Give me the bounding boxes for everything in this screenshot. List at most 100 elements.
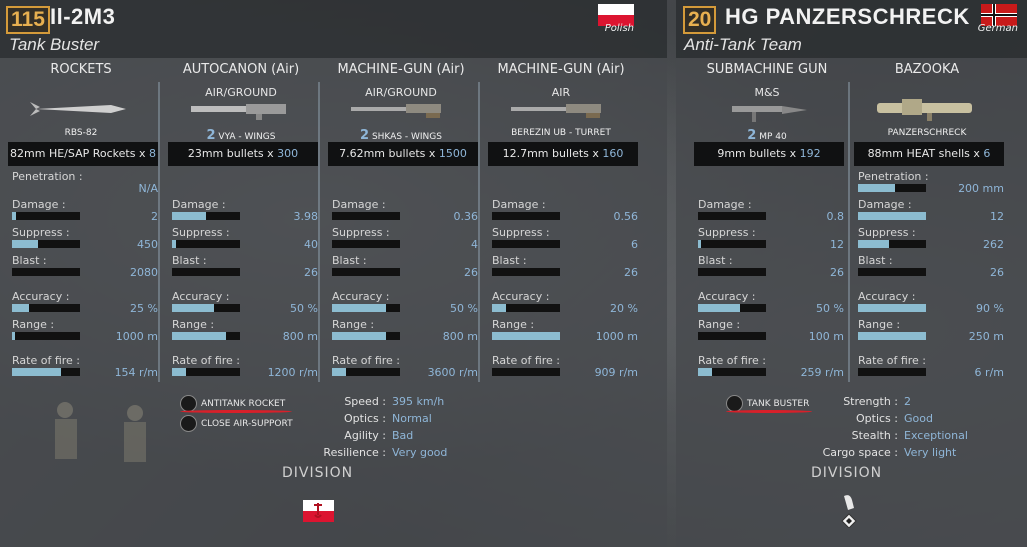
stat-bar — [698, 212, 766, 220]
weapon-name: 2 MP 40 — [690, 128, 844, 143]
stat-bar-fill — [698, 304, 741, 312]
stat-bar — [492, 304, 560, 312]
stat-bar-fill — [12, 368, 61, 376]
weapon-title: AUTOCANON (Air) — [182, 62, 300, 77]
antitank-rocket-icon — [180, 395, 197, 412]
cannon-weapon-icon — [191, 104, 286, 120]
stat-row: Damage : 0.36 — [332, 198, 478, 226]
weapon-model: BEREZIN UB - TURRET — [511, 128, 611, 138]
stat-value: 26 — [304, 266, 318, 279]
weapon-name: BEREZIN UB - TURRET — [484, 128, 638, 138]
ability-underline — [180, 410, 292, 413]
stat-bar-fill — [12, 332, 16, 340]
stat-row: Blast : 26 — [698, 254, 844, 282]
german-division-emblem-icon[interactable] — [836, 492, 862, 528]
stat-label: Range : — [12, 318, 55, 331]
weapon-name: 2 SHKAS - WINGS — [324, 128, 478, 143]
stat-row: Suppress : 6 — [492, 226, 638, 254]
weapon-count: 2 — [360, 128, 370, 143]
stat-bar-fill — [172, 304, 215, 312]
unit-attributes: Strength : 2 Optics : Good Stealth : Except… — [822, 393, 968, 461]
stat-row: Suppress : 12 — [698, 226, 844, 254]
stat-label: Range : — [858, 318, 901, 331]
unit-name: Il-2M3 — [50, 4, 116, 29]
stat-value: 1200 r/m — [267, 366, 318, 379]
ammo-box: 12.7mm bullets x 160 — [488, 142, 638, 166]
stat-bar — [332, 212, 400, 220]
stat-label: Damage : — [698, 198, 752, 211]
stat-value: 3.98 — [293, 210, 319, 223]
mg-weapon-icon — [511, 104, 601, 118]
stat-bar-fill — [332, 368, 346, 376]
stat-label: Suppress : — [698, 226, 756, 239]
stat-row: Rate of fire : 6 r/m — [858, 354, 1004, 382]
soldier-silhouette-icon — [55, 402, 146, 462]
stat-label: Blast : — [492, 254, 527, 267]
stat-bar — [858, 368, 926, 376]
column-divider — [158, 82, 160, 382]
stat-label: Suppress : — [12, 226, 70, 239]
stat-row: Damage : 3.98 — [172, 198, 318, 226]
unit-card-left: 115 Il-2M3 Tank Buster Polish ROCKETS RBS… — [0, 0, 667, 547]
stat-label: Accuracy : — [172, 290, 230, 303]
stat-label: Range : — [172, 318, 215, 331]
ammo-desc: 23mm bullets x — [187, 147, 274, 160]
stat-bar-fill — [172, 212, 206, 220]
stat-row: Penetration : 200 mm — [858, 170, 1004, 198]
weapon-model: PANZERSCHRECK — [887, 128, 967, 138]
stat-label: Rate of fire : — [12, 354, 80, 367]
stat-bar-fill — [172, 332, 227, 340]
stat-bar — [492, 268, 560, 276]
weapon-model: RBS-82 — [64, 128, 98, 138]
stat-value: 0.56 — [613, 210, 639, 223]
ammo-desc: 7.62mm bullets x — [339, 147, 436, 160]
stat-row: Blast : 2080 — [12, 254, 158, 282]
ammo-count: 160 — [602, 147, 624, 160]
ammo-box: 82mm HE/SAP Rockets x 8 — [8, 142, 158, 166]
stat-row: Penetration : N/A — [12, 170, 158, 198]
weapon-model: SHKAS - WINGS — [371, 132, 442, 142]
polish-division-emblem-icon[interactable] — [303, 500, 334, 522]
stat-value: 90 % — [976, 302, 1004, 315]
stat-bar-fill — [492, 304, 506, 312]
ammo-box: 88mm HEAT shells x 6 — [854, 142, 1004, 166]
column-divider — [848, 82, 850, 382]
mg-weapon-icon — [351, 104, 441, 118]
ability-label: TANK BUSTER — [747, 398, 810, 409]
ability-underline — [726, 410, 812, 413]
stat-value: 259 r/m — [800, 366, 844, 379]
attr-key: Optics : — [344, 412, 386, 425]
stat-value: 200 mm — [958, 182, 1004, 195]
stat-label: Rate of fire : — [492, 354, 560, 367]
stat-value: 50 % — [450, 302, 478, 315]
ability-close-air-support[interactable]: CLOSE AIR-SUPPORT — [180, 415, 293, 432]
stat-value: 262 — [983, 238, 1004, 251]
ammo-box: 23mm bullets x 300 — [168, 142, 318, 166]
stat-value: 50 % — [290, 302, 318, 315]
stat-row: Range : 1000 m — [492, 318, 638, 346]
stat-row: Blast : 26 — [858, 254, 1004, 282]
stat-label: Blast : — [172, 254, 207, 267]
stat-bar — [858, 304, 926, 312]
stat-value: 2 — [151, 210, 158, 223]
stat-label: Rate of fire : — [698, 354, 766, 367]
smg-weapon-icon — [732, 106, 807, 122]
stat-bar — [858, 268, 926, 276]
stat-row: Suppress : 450 — [12, 226, 158, 254]
unit-attributes: Speed : 395 km/h Optics : Normal Agility :… — [300, 393, 447, 461]
stat-bar — [172, 212, 240, 220]
attr-key: Resilience : — [323, 446, 386, 459]
attr-value: Normal — [392, 412, 432, 425]
stat-value: 0.36 — [453, 210, 479, 223]
stat-value: N/A — [138, 182, 158, 195]
unit-cost: 115 — [6, 6, 50, 34]
stat-bar — [698, 268, 766, 276]
stat-value: 250 m — [968, 330, 1004, 343]
ammo-desc: 88mm HEAT shells x — [867, 147, 980, 160]
unit-header: 115 Il-2M3 Tank Buster Polish — [0, 0, 667, 58]
weapon-name: RBS-82 — [4, 128, 158, 138]
attr-value: 395 km/h — [392, 395, 445, 408]
stat-value: 12 — [830, 238, 844, 251]
ammo-box: 7.62mm bullets x 1500 — [328, 142, 478, 166]
stat-bar — [12, 240, 80, 248]
